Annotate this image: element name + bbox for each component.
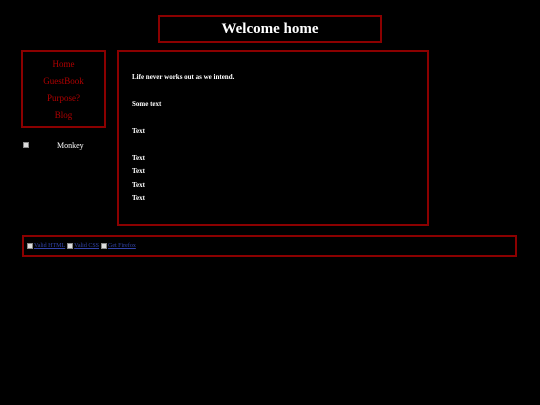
valid-html-badge[interactable]: Valid HTML xyxy=(27,243,65,249)
nav-link-purpose[interactable]: Purpose? xyxy=(47,90,80,107)
monkey-image: Monkey xyxy=(23,140,108,150)
page-header: Welcome home xyxy=(158,15,382,43)
content-line: Text xyxy=(132,181,145,189)
monkey-image-alt: Monkey xyxy=(57,140,84,150)
broken-image-icon xyxy=(101,243,108,249)
main-content: Life never works out as we intend. Some … xyxy=(117,50,429,226)
nav-link-guestbook[interactable]: GuestBook xyxy=(43,73,84,90)
nav-link-blog[interactable]: Blog xyxy=(55,107,73,124)
content-line: Some text xyxy=(132,100,162,108)
content-line: Text xyxy=(132,167,145,175)
footer: Valid HTML Valid CSS Get Firefox xyxy=(22,235,517,257)
badge-alt-text: Get Firefox xyxy=(108,243,136,249)
content-line: Text xyxy=(132,154,145,162)
badge-alt-text: Valid HTML xyxy=(34,243,66,249)
page-title: Welcome home xyxy=(221,21,319,37)
broken-image-icon xyxy=(27,243,33,249)
badge-alt-text: Valid CSS xyxy=(74,243,100,249)
footer-badges: Valid HTML Valid CSS Get Firefox xyxy=(27,243,138,249)
valid-css-badge[interactable]: Valid CSS xyxy=(67,243,99,249)
nav-menu: Home GuestBook Purpose? Blog xyxy=(21,50,106,128)
broken-image-icon xyxy=(23,142,29,148)
get-firefox-badge[interactable]: Get Firefox xyxy=(101,243,136,249)
content-line: Text xyxy=(132,127,145,135)
content-line: Life never works out as we intend. xyxy=(132,73,235,81)
nav-link-home[interactable]: Home xyxy=(53,56,75,73)
broken-image-icon xyxy=(67,243,74,249)
content-line: Text xyxy=(132,194,145,202)
page: Welcome home Home GuestBook Purpose? Blo… xyxy=(0,0,540,405)
